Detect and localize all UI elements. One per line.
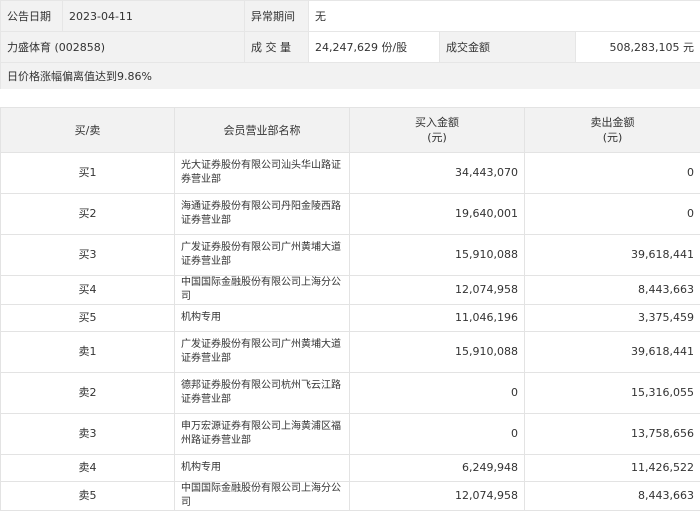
- table-row: 买2 海通证券股份有限公司丹阳金陵西路证券营业部 19,640,001 0: [0, 193, 700, 235]
- row-buy-amount: 12,074,958: [349, 275, 525, 305]
- row-buy-amount: 0: [349, 413, 525, 455]
- row-side: 卖2: [0, 372, 175, 414]
- abnormal-period-value: 无: [308, 0, 700, 32]
- volume-value: 24,247,629 份/股: [308, 31, 440, 63]
- row-buy-amount: 19,640,001: [349, 193, 525, 235]
- row-sell-amount: 15,316,055: [524, 372, 700, 414]
- row-buy-amount: 12,074,958: [349, 481, 525, 511]
- announcement-info-table: 公告日期 2023-04-11 异常期间 无 力盛体育 (002858) 成 交…: [0, 0, 700, 90]
- row-dept: 申万宏源证券有限公司上海黄浦区福州路证券营业部: [174, 413, 350, 455]
- row-sell-amount: 0: [524, 152, 700, 194]
- row-side: 买3: [0, 234, 175, 276]
- row-sell-amount: 39,618,441: [524, 234, 700, 276]
- row-side: 买4: [0, 275, 175, 305]
- table-row: 买1 光大证券股份有限公司汕头华山路证券营业部 34,443,070 0: [0, 152, 700, 194]
- announce-date-label: 公告日期: [0, 0, 63, 32]
- row-sell-amount: 13,758,656: [524, 413, 700, 455]
- info-row-reason: 日价格涨幅偏离值达到9.86%: [0, 62, 700, 90]
- table-row: 卖5 中国国际金融股份有限公司上海分公司 12,074,958 8,443,66…: [0, 481, 700, 511]
- row-sell-amount: 8,443,663: [524, 481, 700, 511]
- volume-label: 成 交 量: [244, 31, 309, 63]
- row-dept: 海通证券股份有限公司丹阳金陵西路证券营业部: [174, 193, 350, 235]
- info-row-date: 公告日期 2023-04-11 异常期间 无: [0, 0, 700, 32]
- row-sell-amount: 3,375,459: [524, 304, 700, 332]
- col-header-buy-text: 买入金额 (元): [415, 116, 459, 144]
- row-dept: 广发证券股份有限公司广州黄埔大道证券营业部: [174, 234, 350, 276]
- table-row: 买5 机构专用 11,046,196 3,375,459: [0, 304, 700, 332]
- row-dept: 中国国际金融股份有限公司上海分公司: [174, 481, 350, 511]
- info-row-trade: 力盛体育 (002858) 成 交 量 24,247,629 份/股 成交金额 …: [0, 31, 700, 63]
- row-buy-amount: 15,910,088: [349, 331, 525, 373]
- trading-seats-table: 买/卖 会员营业部名称 买入金额 (元) 卖出金额 (元) 买1 光大证券股份有…: [0, 107, 700, 511]
- row-side: 卖5: [0, 481, 175, 511]
- row-side: 买2: [0, 193, 175, 235]
- table-row: 卖3 申万宏源证券有限公司上海黄浦区福州路证券营业部 0 13,758,656: [0, 413, 700, 455]
- row-buy-amount: 15,910,088: [349, 234, 525, 276]
- col-header-buy: 买入金额 (元): [349, 107, 525, 153]
- abnormal-period-label: 异常期间: [244, 0, 309, 32]
- row-dept: 机构专用: [174, 454, 350, 482]
- row-sell-amount: 11,426,522: [524, 454, 700, 482]
- row-sell-amount: 0: [524, 193, 700, 235]
- row-dept: 中国国际金融股份有限公司上海分公司: [174, 275, 350, 305]
- table-header-row: 买/卖 会员营业部名称 买入金额 (元) 卖出金额 (元): [0, 107, 700, 153]
- row-dept: 德邦证券股份有限公司杭州飞云江路证券营业部: [174, 372, 350, 414]
- table-row: 买3 广发证券股份有限公司广州黄埔大道证券营业部 15,910,088 39,6…: [0, 234, 700, 276]
- row-dept: 广发证券股份有限公司广州黄埔大道证券营业部: [174, 331, 350, 373]
- row-dept: 光大证券股份有限公司汕头华山路证券营业部: [174, 152, 350, 194]
- col-header-dept: 会员营业部名称: [174, 107, 350, 153]
- row-side: 买5: [0, 304, 175, 332]
- table-row: 卖1 广发证券股份有限公司广州黄埔大道证券营业部 15,910,088 39,6…: [0, 331, 700, 373]
- stock-name: 力盛体育 (002858): [0, 31, 245, 63]
- col-header-sell-text: 卖出金额 (元): [590, 116, 635, 144]
- row-side: 买1: [0, 152, 175, 194]
- table-row: 卖4 机构专用 6,249,948 11,426,522: [0, 454, 700, 482]
- amount-label: 成交金额: [439, 31, 576, 63]
- col-header-side: 买/卖: [0, 107, 175, 153]
- row-buy-amount: 11,046,196: [349, 304, 525, 332]
- amount-value: 508,283,105 元: [575, 31, 700, 63]
- row-buy-amount: 0: [349, 372, 525, 414]
- row-sell-amount: 8,443,663: [524, 275, 700, 305]
- abnormal-reason: 日价格涨幅偏离值达到9.86%: [0, 62, 700, 90]
- row-side: 卖4: [0, 454, 175, 482]
- table-row: 卖2 德邦证券股份有限公司杭州飞云江路证券营业部 0 15,316,055: [0, 372, 700, 414]
- col-header-sell: 卖出金额 (元): [524, 107, 700, 153]
- row-sell-amount: 39,618,441: [524, 331, 700, 373]
- row-buy-amount: 6,249,948: [349, 454, 525, 482]
- row-side: 卖1: [0, 331, 175, 373]
- row-buy-amount: 34,443,070: [349, 152, 525, 194]
- announce-date-value: 2023-04-11: [62, 0, 245, 32]
- row-side: 卖3: [0, 413, 175, 455]
- section-spacer: [0, 89, 700, 107]
- table-row: 买4 中国国际金融股份有限公司上海分公司 12,074,958 8,443,66…: [0, 275, 700, 305]
- row-dept: 机构专用: [174, 304, 350, 332]
